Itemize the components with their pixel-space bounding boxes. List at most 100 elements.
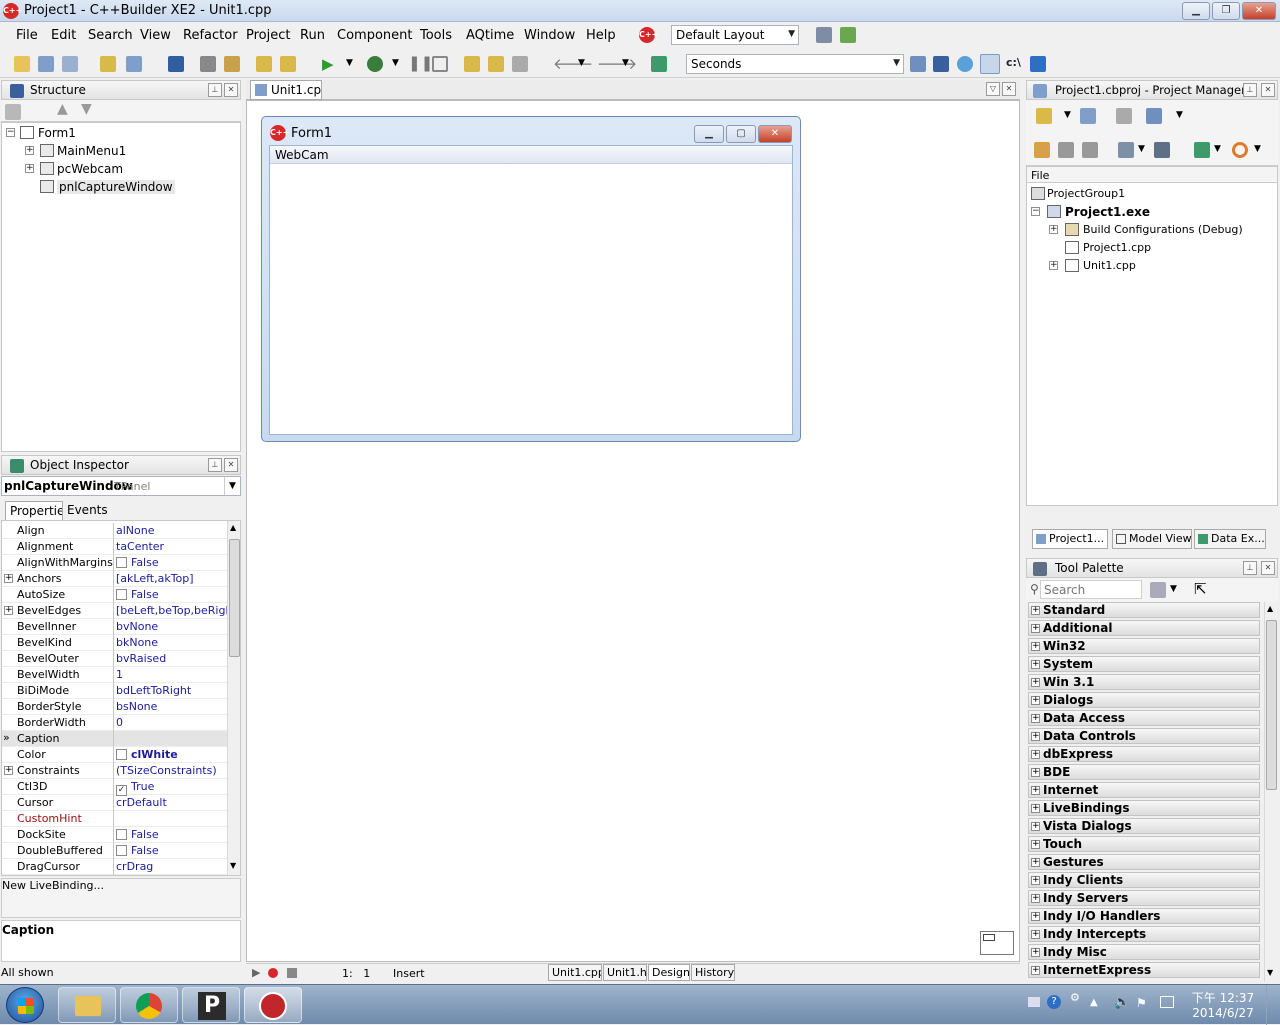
forward-dropdown-icon[interactable]: ▼ — [622, 58, 629, 68]
property-row[interactable]: + Constraints (TSizeConstraints) — [2, 763, 228, 779]
property-row[interactable]: DoubleBuffered False — [2, 843, 228, 859]
tree-item-pcwebcam[interactable]: pcWebcam — [57, 162, 123, 176]
property-row[interactable]: BevelWidth 1 — [2, 667, 228, 683]
remove-from-project-icon[interactable] — [280, 56, 296, 72]
save-layout-icon[interactable] — [816, 27, 832, 43]
property-row[interactable]: AutoSize False — [2, 587, 228, 603]
pause-icon[interactable]: ❚❚ — [408, 54, 433, 72]
expand-icon[interactable]: + — [25, 146, 34, 155]
expand-icon[interactable]: + — [1031, 768, 1040, 777]
layout-combo[interactable]: Default Layout ▼ — [671, 25, 799, 45]
chevron-down-icon[interactable]: ▼ — [224, 477, 240, 495]
pointer-icon[interactable]: ⇱ — [1194, 580, 1207, 598]
collapse-icon[interactable]: − — [1031, 207, 1040, 216]
column-divider[interactable] — [113, 731, 114, 747]
menu-project[interactable]: Project — [246, 28, 290, 43]
property-row[interactable]: Color clWhite — [2, 747, 228, 763]
palette-category[interactable]: + Dialogs — [1028, 692, 1260, 708]
property-value[interactable]: False — [116, 588, 228, 601]
menu-tools[interactable]: Tools — [420, 28, 452, 43]
network-icon[interactable] — [1160, 996, 1174, 1008]
expand-icon[interactable]: + — [1031, 624, 1040, 633]
run-to-cursor-icon[interactable] — [512, 56, 528, 72]
column-divider[interactable] — [113, 843, 114, 859]
menu-view[interactable]: View — [140, 28, 171, 43]
tab-properties[interactable]: Properties — [5, 501, 63, 521]
tree-item-project1-cpp[interactable]: Project1.cpp — [1083, 241, 1151, 254]
palette-category[interactable]: + Indy Clients — [1028, 872, 1260, 888]
column-divider[interactable] — [113, 651, 114, 667]
column-divider[interactable] — [113, 827, 114, 843]
tree-item-unit1-cpp[interactable]: Unit1.cpp — [1083, 259, 1136, 272]
property-value[interactable]: bvRaised — [116, 652, 228, 665]
palette-category[interactable]: + Vista Dialogs — [1028, 818, 1260, 834]
property-value[interactable]: False — [116, 844, 228, 857]
column-divider[interactable] — [113, 795, 114, 811]
expand-icon[interactable]: + — [1031, 642, 1040, 651]
help-contents-icon[interactable] — [651, 56, 667, 72]
folder-icon[interactable] — [5, 104, 21, 120]
property-row[interactable]: BiDiMode bdLeftToRight — [2, 683, 228, 699]
flag-icon[interactable]: ⚑ — [1136, 996, 1147, 1010]
form-close-button[interactable]: ✕ — [758, 125, 792, 143]
chevron-down-icon[interactable]: ▼ — [1214, 144, 1221, 154]
expand-icon[interactable]: + — [1049, 261, 1058, 270]
checkbox[interactable] — [116, 557, 127, 568]
property-row[interactable]: BevelInner bvNone — [2, 619, 228, 635]
structure-icon[interactable] — [933, 56, 949, 72]
property-value[interactable]: (TSizeConstraints) — [116, 764, 228, 777]
palette-search-input[interactable] — [1040, 580, 1142, 599]
property-value[interactable]: [akLeft,akTop] — [116, 572, 228, 585]
column-header-file[interactable]: File — [1027, 167, 1277, 183]
property-value[interactable]: bkNone — [116, 636, 228, 649]
property-row[interactable]: Align alNone — [2, 523, 228, 539]
back-arrow-icon[interactable]: 🡐 — [553, 54, 593, 73]
play-macro-icon[interactable]: ▶ — [252, 966, 260, 979]
expand-icon[interactable]: + — [1049, 225, 1058, 234]
property-value[interactable]: clWhite — [116, 748, 228, 761]
restore-button[interactable]: ❐ — [1212, 2, 1240, 20]
menu-webcam[interactable]: WebCam — [275, 148, 329, 162]
column-divider[interactable] — [113, 555, 114, 571]
expand-icon[interactable]: + — [1031, 786, 1040, 795]
close-icon[interactable]: ✕ — [1002, 82, 1016, 96]
column-divider[interactable] — [113, 811, 114, 827]
expand-icon[interactable]: + — [1031, 930, 1040, 939]
expand-all-icon[interactable] — [1058, 142, 1074, 158]
expand-icon[interactable]: + — [4, 606, 13, 615]
checkbox[interactable] — [116, 845, 127, 856]
property-value[interactable]: False — [116, 556, 228, 569]
palette-category[interactable]: + Data Access — [1028, 710, 1260, 726]
checkbox[interactable] — [116, 589, 127, 600]
expand-icon[interactable]: + — [1031, 822, 1040, 831]
menu-search[interactable]: Search — [88, 28, 133, 43]
tree-item-build-configurations[interactable]: Build Configurations (Debug) — [1083, 223, 1243, 236]
expand-icon[interactable]: + — [1031, 804, 1040, 813]
column-divider[interactable] — [113, 571, 114, 587]
expand-icon[interactable]: + — [1031, 714, 1040, 723]
categories-icon[interactable] — [1150, 582, 1166, 598]
tab-unit1-cpp[interactable]: Unit1.cpp — [250, 80, 322, 100]
column-divider[interactable] — [113, 619, 114, 635]
expand-icon[interactable]: + — [1031, 858, 1040, 867]
run-icon[interactable]: ▶ — [322, 55, 334, 73]
tab-bottom-unit1-cpp[interactable]: Unit1.cpp — [548, 964, 602, 981]
chevron-down-icon[interactable]: ▽ — [986, 82, 1000, 96]
palette-category[interactable]: + Additional — [1028, 620, 1260, 636]
menu-refactor[interactable]: Refactor — [183, 28, 238, 43]
menu-file[interactable]: File — [16, 28, 38, 43]
volume-icon[interactable]: 🔈 — [1114, 995, 1130, 1010]
palette-category[interactable]: + Win 3.1 — [1028, 674, 1260, 690]
close-file-icon[interactable] — [224, 56, 240, 72]
tree-item-project1-exe[interactable]: Project1.exe — [1065, 205, 1150, 219]
save-all-icon[interactable] — [200, 56, 216, 72]
palette-scrollbar[interactable]: ▲ ▼ — [1264, 602, 1278, 982]
seconds-combo[interactable]: Seconds ▼ — [686, 54, 904, 74]
palette-category[interactable]: + Win32 — [1028, 638, 1260, 654]
tab-bottom-history[interactable]: History — [691, 964, 735, 981]
clock-time[interactable]: 下午 12:37 — [1190, 989, 1256, 1006]
scroll-down-icon[interactable]: ▼ — [230, 861, 236, 870]
property-row[interactable]: » Caption — [2, 731, 228, 747]
column-divider[interactable] — [113, 859, 114, 875]
scroll-thumb[interactable] — [229, 539, 240, 657]
